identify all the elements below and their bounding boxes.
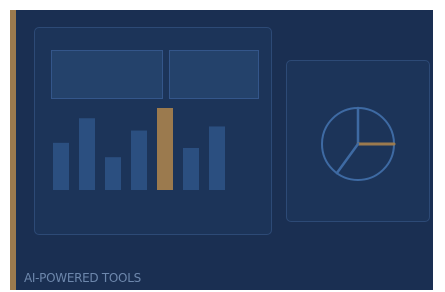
bar-2: [79, 118, 95, 190]
hero-banner: AI-POWERED TOOLS: [10, 10, 433, 290]
banner-caption: AI-POWERED TOOLS: [24, 271, 141, 285]
pie-slice-boundary-3: [335, 142, 360, 175]
pie-chart: [321, 106, 396, 181]
bar-3: [105, 157, 121, 190]
accent-bar: [10, 10, 16, 290]
dashboard-card: [34, 27, 272, 235]
bar-6: [183, 147, 199, 190]
bar-7: [209, 126, 225, 190]
bar-chart: [53, 108, 225, 190]
summary-panel-right: [169, 50, 259, 99]
bar-4: [131, 130, 147, 190]
bar-5: [157, 108, 173, 190]
summary-panel-left: [51, 50, 163, 99]
pie-chart-card: [286, 60, 430, 222]
bar-1: [53, 142, 69, 190]
